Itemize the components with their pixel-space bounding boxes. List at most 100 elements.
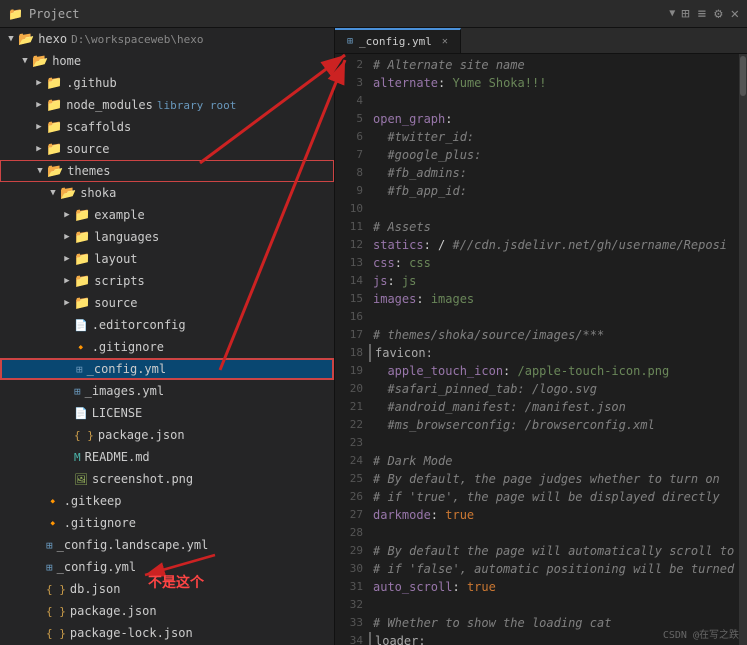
- tree-item-shoka[interactable]: 📂 shoka: [0, 182, 334, 204]
- code-line-32: [369, 596, 739, 614]
- code-line-4: [369, 92, 739, 110]
- editor-scrollbar[interactable]: [739, 54, 747, 645]
- code-line-25: # By default, the page judges whether to…: [369, 470, 739, 488]
- tree-item-package-json-root[interactable]: { } package.json: [0, 600, 334, 622]
- tree-item-config-landscape[interactable]: ⊞ _config.landscape.yml: [0, 534, 334, 556]
- code-line-19: apple_touch_icon: /apple-touch-icon.png: [369, 362, 739, 380]
- tree-item-languages[interactable]: 📁 languages: [0, 226, 334, 248]
- file-icon-package-lock: { }: [46, 627, 66, 640]
- file-icon-gitkeep: 🔸: [46, 495, 60, 508]
- folder-icon-layout: 📁: [74, 252, 90, 267]
- label-node-modules: node_modules: [66, 98, 153, 112]
- dropdown-arrow[interactable]: ▼: [669, 8, 675, 19]
- label-package-lock: package-lock.json: [70, 626, 193, 640]
- tree-item-readme[interactable]: M README.md: [0, 446, 334, 468]
- tree-item-package-json-shoka[interactable]: { } package.json: [0, 424, 334, 446]
- tree-item-config-yml[interactable]: ⊞ _config.yml: [0, 358, 334, 380]
- label-hexo: hexo: [38, 32, 67, 46]
- top-bar: 📁 Project ▼ ⊞ ≡ ⚙ ✕: [0, 0, 747, 28]
- tree-item-home[interactable]: 📂 home: [0, 50, 334, 72]
- code-line-6: #twitter_id:: [369, 128, 739, 146]
- close-icon[interactable]: ✕: [731, 6, 739, 22]
- code-line-22: #ms_browserconfig: /browserconfig.xml: [369, 416, 739, 434]
- label-shoka: shoka: [80, 186, 116, 200]
- tree-item-github[interactable]: 📁 .github: [0, 72, 334, 94]
- label-db-json: db.json: [70, 582, 121, 596]
- folder-icon-source: 📁: [46, 142, 62, 157]
- file-icon-package-json-shoka: { }: [74, 429, 94, 442]
- tree-item-gitkeep[interactable]: 🔸 .gitkeep: [0, 490, 334, 512]
- folder-icon-source-sub: 📁: [74, 296, 90, 311]
- tree-item-config-yml-root[interactable]: ⊞ _config.yml: [0, 556, 334, 578]
- file-icon-gitignore-root: 🔸: [46, 517, 60, 530]
- arrow-scaffolds: [32, 120, 46, 134]
- file-icon-license: 📄: [74, 407, 88, 420]
- folder-icon-node-modules: 📁: [46, 98, 62, 113]
- code-line-14: js: js: [369, 272, 739, 290]
- editor-area: ⊞ _config.yml ✕ 23456 7891011 1213141516…: [335, 28, 747, 645]
- code-editor[interactable]: 23456 7891011 1213141516 1718192021 2223…: [335, 54, 747, 645]
- split-icon[interactable]: ≡: [698, 6, 706, 22]
- folder-icon-languages: 📁: [74, 230, 90, 245]
- tree-item-gitignore-shoka[interactable]: 🔸 .gitignore: [0, 336, 334, 358]
- file-icon-editorconfig: 📄: [74, 319, 88, 332]
- tree-item-screenshot[interactable]: 🖼 screenshot.png: [0, 468, 334, 490]
- gear-icon[interactable]: ⚙: [714, 6, 722, 22]
- file-icon-gitignore-shoka: 🔸: [74, 341, 88, 354]
- code-line-13: css: css: [369, 254, 739, 272]
- file-icon-config-yml: ⊞: [76, 363, 83, 376]
- code-line-18: favicon:: [369, 344, 739, 362]
- code-line-17: # themes/shoka/source/images/***: [369, 326, 739, 344]
- file-icon-readme: M: [74, 451, 81, 464]
- label-scripts: scripts: [94, 274, 145, 288]
- tab-file-icon: ⊞: [347, 36, 353, 47]
- label-source: source: [66, 142, 109, 156]
- folder-icon: 📁: [8, 7, 23, 21]
- file-icon-screenshot: 🖼: [74, 473, 88, 486]
- tree-item-source-sub[interactable]: 📁 source: [0, 292, 334, 314]
- label-gitignore-shoka: .gitignore: [92, 340, 164, 354]
- label-scaffolds: scaffolds: [66, 120, 131, 134]
- label-example: example: [94, 208, 145, 222]
- tree-item-gitignore-root[interactable]: 🔸 .gitignore: [0, 512, 334, 534]
- folder-icon-example: 📁: [74, 208, 90, 223]
- tree-item-package-lock[interactable]: { } package-lock.json: [0, 622, 334, 644]
- tree-item-images-yml[interactable]: ⊞ _images.yml: [0, 380, 334, 402]
- arrow-themes: [33, 164, 47, 178]
- arrow-languages: [60, 230, 74, 244]
- tree-item-example[interactable]: 📁 example: [0, 204, 334, 226]
- folder-icon-shoka: 📂: [60, 186, 76, 201]
- code-line-10: [369, 200, 739, 218]
- label-config-yml-root: _config.yml: [57, 560, 136, 574]
- tree-item-editorconfig[interactable]: 📄 .editorconfig: [0, 314, 334, 336]
- tree-item-source[interactable]: 📁 source: [0, 138, 334, 160]
- tree-item-scripts[interactable]: 📁 scripts: [0, 270, 334, 292]
- label-editorconfig: .editorconfig: [92, 318, 186, 332]
- tab-config-yml[interactable]: ⊞ _config.yml ✕: [335, 28, 461, 53]
- code-line-28: [369, 524, 739, 542]
- code-line-23: [369, 434, 739, 452]
- tree-item-scaffolds[interactable]: 📁 scaffolds: [0, 116, 334, 138]
- label-languages: languages: [94, 230, 159, 244]
- tree-item-themes[interactable]: 📂 themes: [0, 160, 334, 182]
- label-readme: README.md: [85, 450, 150, 464]
- tree-item-node-modules[interactable]: 📁 node_modules library root: [0, 94, 334, 116]
- arrow-home: [18, 54, 32, 68]
- code-line-11: # Assets: [369, 218, 739, 236]
- arrow-scripts: [60, 274, 74, 288]
- code-line-29: # By default the page will automatically…: [369, 542, 739, 560]
- folder-icon-scaffolds: 📁: [46, 120, 62, 135]
- tree-item-hexo[interactable]: 📂 hexo D:\workspaceweb\hexo: [0, 28, 334, 50]
- label-gitkeep: .gitkeep: [64, 494, 122, 508]
- tree-item-layout[interactable]: 📁 layout: [0, 248, 334, 270]
- tree-item-license[interactable]: 📄 LICENSE: [0, 402, 334, 424]
- tab-close[interactable]: ✕: [442, 36, 448, 47]
- toolbar-icons: ⊞ ≡ ⚙ ✕: [681, 6, 739, 22]
- tree-item-db-json[interactable]: { } db.json: [0, 578, 334, 600]
- code-line-7: #google_plus:: [369, 146, 739, 164]
- label-license: LICENSE: [92, 406, 143, 420]
- code-line-24: # Dark Mode: [369, 452, 739, 470]
- settings-icon[interactable]: ⊞: [681, 6, 689, 22]
- label-themes: themes: [67, 164, 110, 178]
- folder-icon-themes: 📂: [47, 164, 63, 179]
